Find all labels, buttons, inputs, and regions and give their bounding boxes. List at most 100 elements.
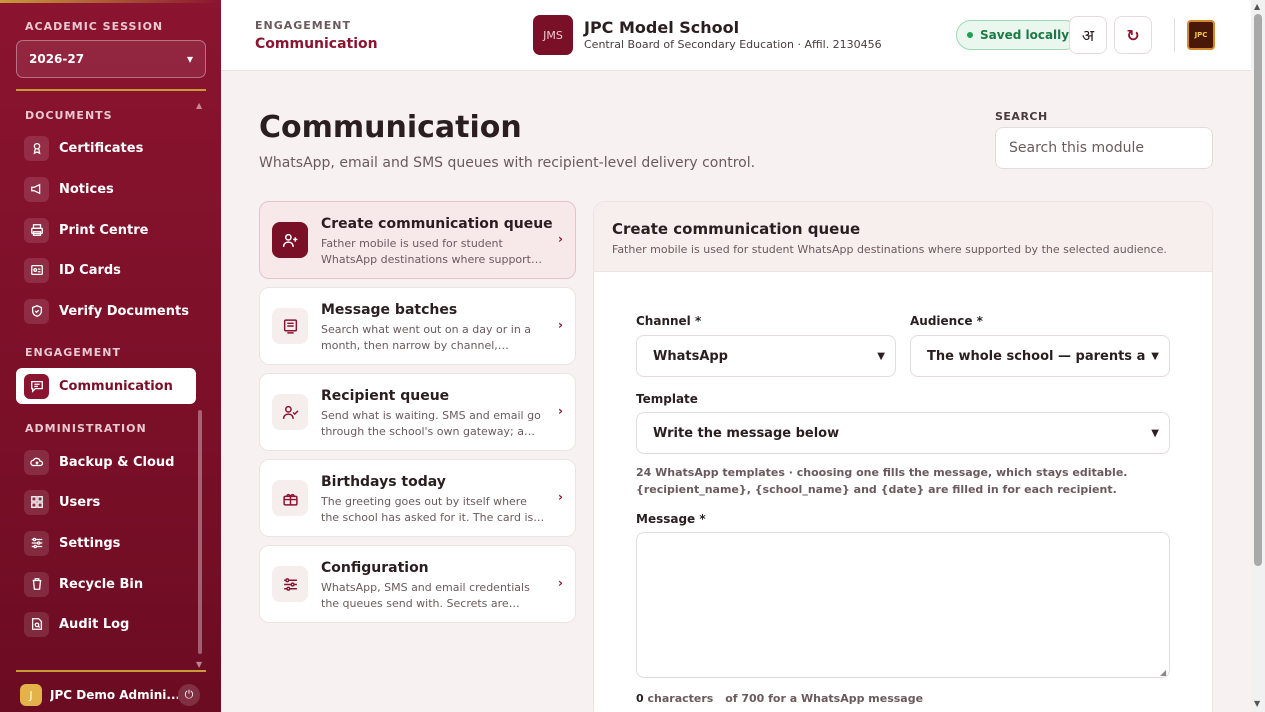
message-icon (24, 373, 49, 399)
chevron-right-icon: › (558, 318, 563, 332)
character-count: 0 characters of 700 for a WhatsApp messa… (636, 692, 923, 705)
menu-card-recipient-queue[interactable]: Recipient queue Send what is waiting. SM… (259, 373, 576, 451)
user-name: JPC Demo Admini... (50, 688, 178, 702)
language-button[interactable]: अ (1069, 16, 1107, 54)
sidebar-item-audit-log[interactable]: Audit Log (16, 606, 196, 642)
menu-card-create-queue[interactable]: Create communication queue Father mobile… (259, 201, 576, 279)
megaphone-icon (24, 176, 49, 202)
batch-message-icon (272, 308, 308, 344)
certificate-icon (24, 135, 49, 161)
panel-subtitle: Father mobile is used for student WhatsA… (612, 243, 1167, 256)
menu-card-title: Message batches (321, 302, 458, 318)
breadcrumb-section: ENGAGEMENT (255, 19, 351, 32)
brand-logo[interactable]: JPC (1187, 20, 1215, 50)
search-input[interactable] (995, 127, 1213, 169)
sidebar-item-label: Settings (59, 535, 121, 551)
template-label: Template (636, 392, 698, 406)
status-dot-icon (967, 32, 973, 38)
session-label: ACADEMIC SESSION (25, 20, 164, 33)
audience-label: Audience * (910, 314, 983, 328)
chevron-right-icon: › (558, 490, 563, 504)
message-label: Message * (636, 512, 706, 526)
audience-select[interactable]: The whole school — parents and staff ▼ (910, 335, 1170, 377)
menu-card-desc: Send what is waiting. SMS and email go t… (321, 409, 541, 438)
menu-card-desc: The greeting goes out by itself where th… (321, 495, 534, 524)
sidebar-item-print-centre[interactable]: Print Centre (16, 212, 196, 248)
sidebar-scroll-up-icon[interactable]: ▲ (196, 101, 202, 110)
chevron-right-icon: › (558, 232, 563, 246)
session-select[interactable]: 2026-27 ▾ (16, 40, 206, 78)
menu-card-title: Configuration (321, 560, 429, 576)
channel-value: WhatsApp (653, 348, 728, 364)
trash-icon (24, 571, 49, 597)
section-documents: DOCUMENTS (25, 109, 113, 122)
sidebar-item-label: Verify Documents (59, 303, 189, 319)
sidebar-divider (16, 670, 206, 672)
scroll-down-icon[interactable]: ▼ (1254, 699, 1260, 708)
scrollbar-thumb[interactable] (1254, 14, 1262, 566)
search-label: SEARCH (995, 110, 1048, 123)
panel-header: Create communication queue Father mobile… (594, 202, 1212, 272)
sidebar-item-backup-cloud[interactable]: Backup & Cloud (16, 444, 196, 480)
sliders-icon (272, 566, 308, 602)
sidebar-item-label: Communication (59, 378, 173, 394)
channel-label: Channel * (636, 314, 702, 328)
sidebar-top-accent (0, 0, 221, 3)
page-scrollbar[interactable]: ▲ ▼ (1251, 0, 1265, 712)
sidebar-item-label: Recycle Bin (59, 576, 144, 592)
sidebar-item-label: Backup & Cloud (59, 454, 175, 470)
school-affiliation: Central Board of Secondary Education · A… (584, 38, 882, 51)
section-administration: ADMINISTRATION (25, 422, 147, 435)
gift-icon (272, 480, 308, 516)
sidebar-item-communication[interactable]: Communication (16, 368, 196, 404)
menu-card-title: Recipient queue (321, 388, 450, 404)
audience-value: The whole school — parents and staff (927, 348, 1146, 364)
sidebar-item-id-cards[interactable]: ID Cards (16, 252, 196, 288)
scroll-up-icon[interactable]: ▲ (1254, 2, 1260, 11)
refresh-icon[interactable]: ↻ (1114, 16, 1152, 54)
chevron-down-icon: ▼ (877, 350, 885, 362)
sidebar-item-verify-documents[interactable]: Verify Documents (16, 293, 196, 329)
user-check-icon (272, 394, 308, 430)
char-count-value: 0 (636, 692, 644, 705)
sidebar-item-settings[interactable]: Settings (16, 525, 196, 561)
chevron-right-icon: › (558, 576, 563, 590)
id-card-icon (24, 257, 49, 283)
message-textarea[interactable] (636, 532, 1170, 678)
sidebar-scroll-down-icon[interactable]: ▼ (196, 660, 202, 669)
top-header: ENGAGEMENT Communication JMS JPC Model S… (221, 0, 1251, 71)
template-select[interactable]: Write the message below ▼ (636, 412, 1170, 454)
saved-status-label: Saved locally (980, 28, 1070, 42)
page-subtitle: WhatsApp, email and SMS queues with reci… (259, 155, 756, 171)
printer-icon (24, 217, 49, 243)
sidebar-item-label: Audit Log (59, 616, 130, 632)
user-plus-icon (272, 222, 308, 258)
school-logo: JMS (533, 15, 573, 55)
sidebar-item-notices[interactable]: Notices (16, 171, 196, 207)
grid-icon (24, 489, 49, 515)
menu-card-configuration[interactable]: Configuration WhatsApp, SMS and email cr… (259, 545, 576, 623)
resize-handle-icon[interactable]: ◢ (1160, 668, 1166, 677)
sidebar-item-recycle-bin[interactable]: Recycle Bin (16, 566, 196, 602)
power-icon[interactable]: ⏻ (178, 684, 200, 706)
channel-select[interactable]: WhatsApp ▼ (636, 335, 896, 377)
create-queue-panel: Create communication queue Father mobile… (593, 201, 1213, 712)
chevron-down-icon: ▾ (186, 52, 193, 66)
menu-card-message-batches[interactable]: Message batches Search what went out on … (259, 287, 576, 365)
menu-card-desc: Search what went out on a day or in a mo… (321, 323, 532, 352)
sidebar-item-users[interactable]: Users (16, 484, 196, 520)
sidebar-item-label: ID Cards (59, 262, 121, 278)
page-title: Communication (259, 110, 522, 145)
template-value: Write the message below (653, 425, 840, 441)
sidebar-item-label: Notices (59, 181, 114, 197)
breadcrumb-current: Communication (255, 36, 378, 52)
char-count-label: characters (647, 692, 714, 705)
sidebar-item-certificates[interactable]: Certificates (16, 130, 196, 166)
user-row[interactable]: J JPC Demo Admini... ⏻ (20, 682, 200, 708)
menu-card-title: Birthdays today (321, 474, 446, 490)
sidebar-item-label: Certificates (59, 140, 144, 156)
section-engagement: ENGAGEMENT (25, 346, 121, 359)
menu-card-birthdays[interactable]: Birthdays today The greeting goes out by… (259, 459, 576, 537)
sidebar-scrollbar[interactable] (198, 410, 202, 654)
chevron-down-icon: ▼ (1151, 350, 1159, 362)
